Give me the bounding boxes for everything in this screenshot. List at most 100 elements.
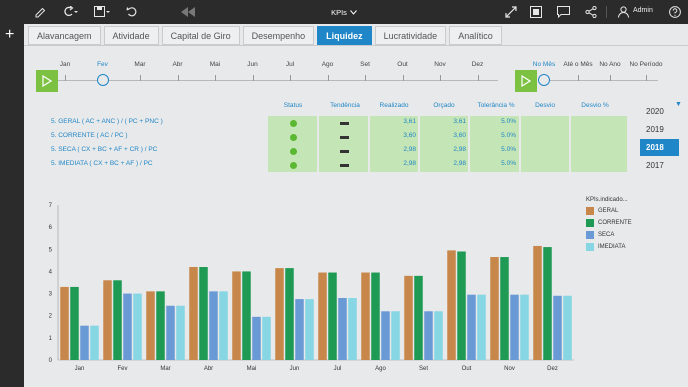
bar-geral-jun[interactable] (275, 268, 284, 360)
bar-seca-mai[interactable] (252, 316, 261, 360)
bar-corrente-jul[interactable] (328, 272, 337, 360)
bar-corrente-nov[interactable] (500, 257, 509, 360)
tab-alavancagem[interactable]: Alavancagem (28, 26, 101, 45)
legend-item-seca[interactable]: SECA (586, 231, 614, 239)
year-dropdown-icon[interactable]: ▼ (675, 101, 682, 108)
legend-item-geral[interactable]: GERAL (586, 207, 618, 215)
bar-imediata-nov[interactable] (520, 294, 529, 360)
period-slider-track[interactable] (538, 80, 658, 81)
save-icon[interactable] (93, 4, 111, 20)
column-header[interactable]: Status (284, 102, 302, 109)
month-label-mar[interactable]: Mar (134, 61, 145, 68)
bar-corrente-ago[interactable] (371, 272, 380, 360)
month-label-set[interactable]: Set (360, 61, 370, 68)
bar-imediata-ago[interactable] (391, 311, 400, 360)
column-header[interactable]: Orçado (433, 102, 454, 109)
report-title-dropdown[interactable]: KPIs (318, 0, 370, 24)
bar-geral-fev[interactable] (103, 280, 112, 360)
column-header[interactable]: Desvio % (581, 102, 608, 109)
month-label-jun[interactable]: Jun (247, 61, 257, 68)
bar-geral-abr[interactable] (189, 267, 198, 360)
month-label-out[interactable]: Out (397, 61, 407, 68)
period-option[interactable]: Até o Mês (563, 61, 592, 68)
period-option[interactable]: No Ano (599, 61, 620, 68)
play-months-button[interactable] (36, 70, 58, 92)
bar-seca-jul[interactable] (338, 298, 347, 360)
bar-seca-jun[interactable] (295, 299, 304, 360)
share-icon[interactable] (584, 4, 598, 20)
month-label-jul[interactable]: Jul (286, 61, 294, 68)
edit-icon[interactable] (33, 4, 47, 20)
kpi-row-name[interactable]: 5. IMEDIATA ( CX + BC + AF ) / PC (51, 160, 153, 167)
expand-icon[interactable] (504, 4, 518, 20)
undo-icon[interactable] (125, 4, 139, 20)
bar-geral-out[interactable] (447, 250, 456, 360)
bar-geral-nov[interactable] (490, 257, 499, 360)
month-label-mai[interactable]: Mai (210, 61, 220, 68)
legend-item-corrente[interactable]: CORRENTE (586, 219, 632, 227)
add-icon[interactable]: + (5, 27, 14, 43)
bar-geral-mar[interactable] (146, 291, 155, 360)
bar-imediata-dez[interactable] (563, 295, 572, 360)
bar-imediata-mai[interactable] (262, 316, 271, 360)
bar-geral-jan[interactable] (60, 286, 69, 360)
bar-geral-dez[interactable] (533, 245, 542, 360)
bar-geral-jul[interactable] (318, 272, 327, 360)
bar-seca-dez[interactable] (553, 295, 562, 360)
year-option-2017[interactable]: 2017 (640, 157, 679, 174)
bar-corrente-set[interactable] (414, 275, 423, 360)
bar-imediata-jun[interactable] (305, 299, 314, 360)
play-periods-button[interactable] (515, 70, 537, 92)
bar-geral-mai[interactable] (232, 271, 241, 360)
bar-seca-fev[interactable] (123, 293, 132, 360)
month-label-ago[interactable]: Ago (322, 61, 334, 68)
rewind-icon[interactable] (180, 4, 196, 20)
user-icon[interactable] (617, 4, 629, 20)
bar-seca-jan[interactable] (80, 325, 89, 360)
kpi-row-name[interactable]: 5. SECA ( CX + BC + AF + CR ) / PC (51, 146, 157, 153)
bar-geral-ago[interactable] (361, 272, 370, 360)
refresh-icon[interactable] (60, 4, 80, 20)
column-header[interactable]: Tendência (330, 102, 360, 109)
tab-desempenho[interactable]: Desempenho (242, 26, 315, 45)
tab-liquidez[interactable]: Liquidez (317, 26, 372, 45)
period-option[interactable]: No Período (630, 61, 663, 68)
tab-atividade[interactable]: Atividade (103, 26, 159, 45)
comment-icon[interactable] (556, 4, 570, 20)
column-header[interactable]: Desvio (535, 102, 555, 109)
period-slider-handle[interactable] (538, 74, 550, 86)
bar-seca-mar[interactable] (166, 305, 175, 360)
bar-imediata-jan[interactable] (90, 325, 99, 360)
tab-capital-de-giro[interactable]: Capital de Giro (161, 26, 240, 45)
year-option-2018[interactable]: 2018 (640, 139, 679, 156)
bar-corrente-abr[interactable] (199, 267, 208, 360)
column-header[interactable]: Realizado (380, 102, 409, 109)
bar-seca-out[interactable] (467, 294, 476, 360)
bar-seca-abr[interactable] (209, 291, 218, 360)
bar-imediata-jul[interactable] (348, 298, 357, 360)
bar-corrente-mai[interactable] (242, 271, 251, 360)
month-label-dez[interactable]: Dez (472, 61, 484, 68)
year-option-2020[interactable]: 2020 (640, 103, 679, 120)
month-slider-handle[interactable] (97, 74, 109, 86)
month-label-fev[interactable]: Fev (97, 61, 108, 68)
bar-imediata-abr[interactable] (219, 291, 228, 360)
bar-corrente-dez[interactable] (543, 247, 552, 360)
user-name[interactable]: Admin (633, 7, 653, 14)
export-icon[interactable] (529, 4, 543, 20)
bar-imediata-out[interactable] (477, 294, 486, 360)
bar-seca-nov[interactable] (510, 294, 519, 360)
tab-lucratividade[interactable]: Lucratividade (374, 26, 447, 45)
help-icon[interactable] (668, 4, 682, 20)
bar-corrente-mar[interactable] (156, 291, 165, 360)
bar-imediata-mar[interactable] (176, 305, 185, 360)
kpi-row-name[interactable]: 5. GERAL ( AC + ANC ) / ( PC + PNC ) (51, 118, 163, 125)
period-option[interactable]: No Mês (533, 61, 555, 68)
month-slider-track[interactable] (58, 80, 498, 81)
month-label-abr[interactable]: Abr (172, 61, 182, 68)
bar-seca-ago[interactable] (381, 311, 390, 360)
kpi-row-name[interactable]: 5. CORRENTE ( AC / PC ) (51, 132, 128, 139)
bar-geral-set[interactable] (404, 275, 413, 360)
bar-corrente-jan[interactable] (70, 286, 79, 360)
year-option-2019[interactable]: 2019 (640, 121, 679, 138)
